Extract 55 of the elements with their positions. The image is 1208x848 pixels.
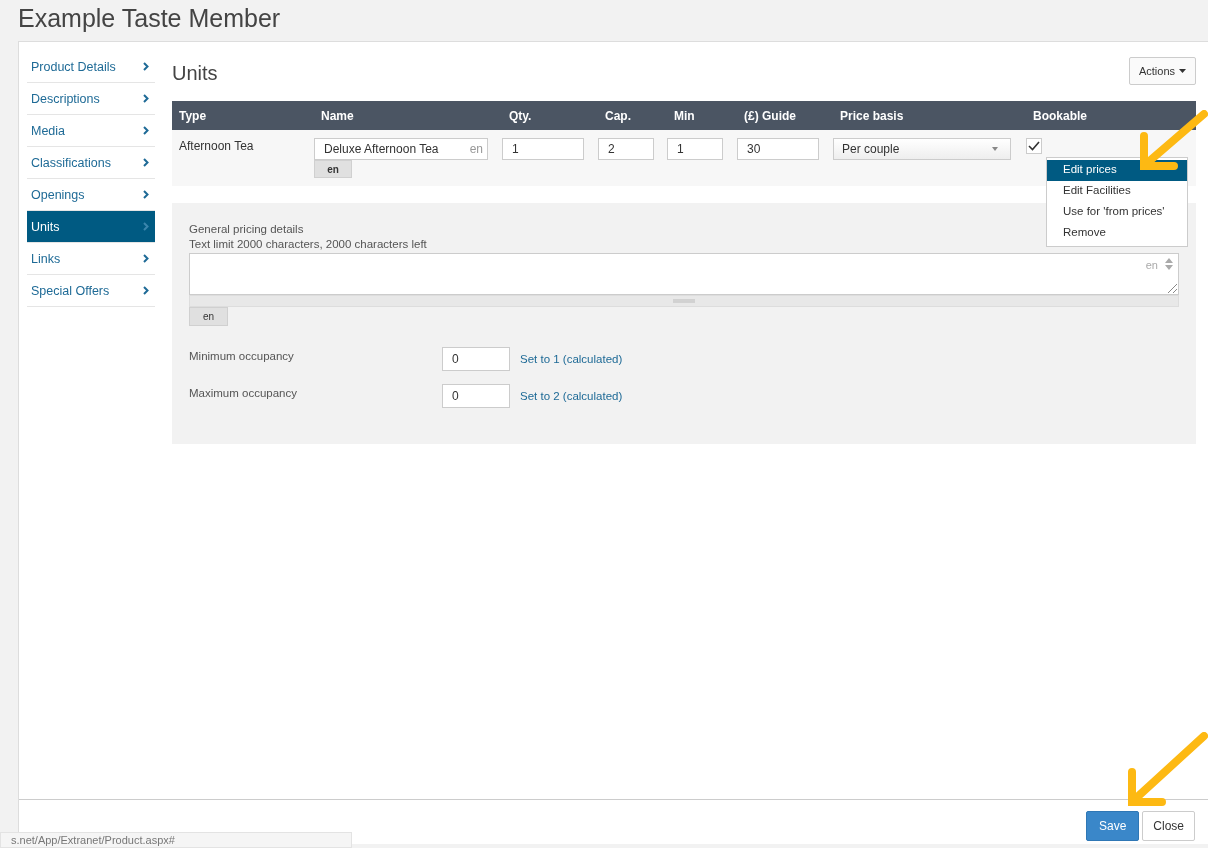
caret-icon xyxy=(1179,69,1186,73)
calculated-link[interactable]: Set to 2 (calculated) xyxy=(520,389,623,402)
guide-price-field[interactable]: 30 xyxy=(737,138,819,160)
spinner-icon xyxy=(1165,258,1173,270)
page-title: Example Taste Member xyxy=(17,3,282,34)
column-header: Bookable xyxy=(1032,108,1088,123)
column-header: Min xyxy=(673,108,696,123)
column-header: Price basis xyxy=(839,108,905,123)
bookable-checkbox[interactable] xyxy=(1026,138,1042,154)
section-heading: Units xyxy=(172,62,218,85)
sidebar-item[interactable]: Special Offers xyxy=(27,275,155,307)
calculated-link[interactable]: Set to 1 (calculated) xyxy=(520,352,623,365)
chevron-icon xyxy=(143,158,149,167)
menu-item[interactable]: Edit Facilities xyxy=(1047,181,1187,202)
sidebar-item[interactable]: Classifications xyxy=(27,147,155,179)
column-header: Qty. xyxy=(508,108,533,123)
status-url: s.net/App/Extranet/Product.aspx# xyxy=(0,832,352,848)
field-label: General pricing details xyxy=(189,222,304,237)
minimum-field[interactable]: 1 xyxy=(667,138,723,160)
occupancy-field[interactable]: 0 xyxy=(442,346,510,371)
menu-item[interactable]: Remove xyxy=(1047,223,1187,244)
quantity-field[interactable]: 1 xyxy=(502,138,584,160)
column-header: Type xyxy=(178,108,208,123)
close-button[interactable]: Close xyxy=(1142,811,1195,841)
language-button[interactable]: en xyxy=(314,160,352,178)
sidebar-item[interactable]: Media xyxy=(27,115,155,147)
actions-button[interactable]: Actions xyxy=(1128,57,1196,85)
arrow-icon xyxy=(1126,732,1208,808)
column-header: Cap. xyxy=(604,108,632,123)
sidebar-item[interactable]: Units xyxy=(27,211,155,243)
occupancy-field[interactable]: 0 xyxy=(442,383,510,408)
price-basis-select[interactable]: Per couple xyxy=(833,138,1011,160)
chevron-icon xyxy=(143,222,149,231)
table-cell-text: Afternoon Tea xyxy=(178,139,255,153)
column-header: (£) Guide xyxy=(743,108,797,123)
sidebar-item[interactable]: Descriptions xyxy=(27,83,155,115)
menu-item[interactable]: Use for 'from prices' xyxy=(1047,202,1187,223)
field-label: Minimum occupancy xyxy=(189,349,295,362)
chevron-icon xyxy=(143,94,149,103)
capacity-field[interactable]: 2 xyxy=(598,138,654,160)
chevron-icon xyxy=(143,286,149,295)
chevron-icon xyxy=(143,254,149,263)
sidebar-item[interactable]: Links xyxy=(27,243,155,275)
character-limit-text: Text limit 2000 characters, 2000 characters left xyxy=(189,237,427,252)
chevron-icon xyxy=(143,126,149,135)
chevron-icon xyxy=(143,190,149,199)
sidebar-item[interactable]: Product Details xyxy=(27,51,155,83)
save-button[interactable]: Save xyxy=(1085,811,1140,841)
name-field[interactable]: Deluxe Afternoon Tea en xyxy=(314,138,488,160)
caret-icon xyxy=(992,147,998,151)
chevron-icon xyxy=(143,62,149,71)
field-label: Maximum occupancy xyxy=(189,386,298,399)
column-header: Name xyxy=(320,108,355,123)
language-tag: en xyxy=(1145,259,1158,271)
language-button[interactable]: en xyxy=(189,307,228,326)
